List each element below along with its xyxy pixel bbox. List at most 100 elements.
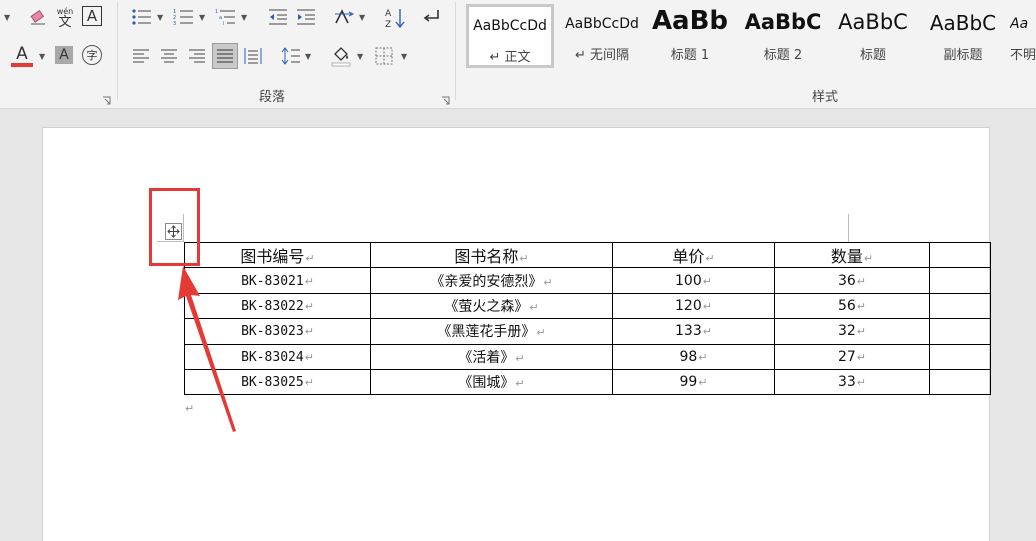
table-row[interactable]: BK-83023↵ 《黑莲花手册》↵ 133↵ 32↵: [184, 318, 991, 345]
phonetic-bottom: 文: [58, 15, 72, 30]
style-preview: Aa: [1010, 16, 1029, 32]
svg-text:a: a: [219, 15, 222, 21]
table-cell[interactable]: BK-83023↵: [184, 318, 371, 345]
style-no-spacing[interactable]: AaBbCcDd ↵ 无间隔: [558, 4, 646, 68]
table-cell[interactable]: 《亲爱的安德烈》↵: [370, 267, 613, 294]
align-left-icon[interactable]: [130, 45, 152, 67]
table-cell[interactable]: 120↵: [612, 292, 775, 320]
table-cell[interactable]: [929, 292, 991, 320]
chinese-layout-icon[interactable]: [332, 6, 356, 28]
cell-end-mark: ↵: [698, 350, 708, 364]
table-cell[interactable]: 98↵: [612, 343, 775, 370]
cell-text: 100: [675, 272, 702, 289]
cell-end-mark: ↵: [698, 376, 708, 390]
font-dialog-launcher-icon[interactable]: [102, 90, 111, 105]
table-row[interactable]: BK-83021↵ 《亲爱的安德烈》↵ 100↵ 36↵: [184, 267, 991, 294]
table-cell[interactable]: [929, 267, 991, 294]
table-cell[interactable]: 单价↵: [612, 241, 775, 269]
enclose-characters-icon[interactable]: 字: [82, 45, 102, 65]
cell-text: 《黑莲花手册》: [437, 324, 536, 341]
cell-end-mark: ↵: [856, 325, 867, 339]
font-color-caret-icon[interactable]: ▼: [39, 52, 45, 61]
table-cell[interactable]: 56↵: [774, 292, 930, 320]
numbering-icon[interactable]: 123: [172, 6, 196, 28]
table-cell[interactable]: 33↵: [774, 368, 930, 396]
multilevel-list-icon[interactable]: 1ai: [214, 6, 238, 28]
cell-text: 32: [837, 323, 856, 340]
table-cell[interactable]: BK-83022↵: [184, 292, 371, 320]
table-header-row[interactable]: 图书编号↵ 图书名称↵ 单价↵ 数量↵: [184, 241, 991, 269]
numbering-caret-icon[interactable]: ▼: [199, 13, 205, 22]
table-cell[interactable]: 32↵: [774, 318, 930, 345]
font-color-letter: A: [16, 43, 28, 64]
table-cell[interactable]: 99↵: [612, 368, 775, 396]
justify-icon[interactable]: [212, 43, 238, 69]
table-row[interactable]: BK-83025↵ 《围城》↵ 99↵ 33↵: [184, 368, 991, 396]
show-marks-icon[interactable]: [419, 6, 443, 28]
align-right-icon[interactable]: [186, 45, 208, 67]
shading-caret-icon[interactable]: ▼: [357, 52, 363, 61]
borders-caret-icon[interactable]: ▼: [401, 52, 407, 61]
multilevel-caret-icon[interactable]: ▼: [241, 13, 247, 22]
table-cell[interactable]: [929, 343, 991, 370]
table-cell[interactable]: BK-83021↵: [184, 267, 371, 294]
sort-icon[interactable]: AZ: [383, 6, 407, 30]
style-title[interactable]: AaBbC 标题: [832, 4, 914, 68]
decrease-indent-icon[interactable]: [266, 6, 290, 28]
table-cell[interactable]: [929, 318, 991, 345]
font-color-icon[interactable]: A: [10, 44, 34, 68]
font-size-caret-icon[interactable]: ▼: [4, 13, 10, 22]
table-cell[interactable]: 133↵: [612, 318, 775, 345]
cell-end-mark: ↵: [536, 326, 546, 340]
phonetic-guide-icon[interactable]: wén 文: [54, 4, 76, 30]
paragraph-end-mark: ↵: [185, 402, 195, 415]
character-shading-icon[interactable]: A: [55, 46, 73, 64]
paragraph-dialog-launcher-icon[interactable]: [441, 90, 450, 105]
style-heading-2[interactable]: AaBbC 标题 2: [742, 4, 824, 68]
style-name: ↵ 无间隔: [574, 48, 630, 63]
table-cell[interactable]: 100↵: [612, 267, 775, 294]
table-cell[interactable]: 《黑莲花手册》↵: [370, 318, 613, 345]
cell-end-mark: ↵: [304, 274, 314, 288]
table-row[interactable]: BK-83022↵ 《萤火之森》↵ 120↵ 56↵: [184, 292, 991, 320]
table-cell[interactable]: BK-83024↵: [184, 343, 371, 370]
font-color-bar: [11, 62, 33, 67]
style-normal[interactable]: AaBbCcDd ↵ 正文: [466, 4, 554, 68]
line-spacing-caret-icon[interactable]: ▼: [305, 52, 311, 61]
borders-icon[interactable]: [373, 45, 395, 67]
group-separator: [455, 2, 456, 100]
align-center-icon[interactable]: [158, 45, 180, 67]
cell-text: BK-83025: [241, 375, 304, 391]
table-cell[interactable]: 数量↵: [774, 241, 930, 269]
distributed-icon[interactable]: [242, 45, 264, 67]
increase-indent-icon[interactable]: [294, 6, 318, 28]
line-spacing-icon[interactable]: [280, 45, 302, 67]
table-cell[interactable]: 图书编号↵: [184, 241, 371, 269]
book-table[interactable]: 图书编号↵ 图书名称↵ 单价↵ 数量↵ BK-83021↵ 《亲爱的安德烈》↵ 100↵ 36…: [184, 241, 991, 396]
table-row[interactable]: BK-83024↵ 《活着》↵ 98↵ 27↵: [184, 343, 991, 370]
character-border-icon[interactable]: A: [82, 6, 102, 26]
cell-text: BK-83024: [241, 349, 304, 365]
style-subtle-emphasis[interactable]: Aa 不明: [1010, 4, 1036, 68]
table-cell[interactable]: [929, 368, 991, 396]
chinese-layout-caret-icon[interactable]: ▼: [359, 13, 365, 22]
shading-icon[interactable]: [330, 44, 352, 68]
group-separator: [117, 2, 118, 100]
cell-text: 98: [679, 348, 698, 365]
eraser-icon[interactable]: [27, 6, 49, 28]
bullets-caret-icon[interactable]: ▼: [157, 13, 163, 22]
style-preview: AaBb: [651, 6, 729, 36]
style-heading-1[interactable]: AaBb 标题 1: [650, 4, 730, 68]
table-cell[interactable]: 图书名称↵: [370, 241, 613, 269]
table-cell[interactable]: 《围城》↵: [370, 368, 613, 396]
cell-end-mark: ↵: [304, 299, 314, 313]
table-cell[interactable]: 36↵: [774, 267, 930, 294]
table-cell[interactable]: 27↵: [774, 343, 930, 370]
table-cell[interactable]: BK-83025↵: [184, 368, 371, 396]
svg-text:3: 3: [173, 21, 176, 26]
bullets-icon[interactable]: [130, 6, 154, 28]
table-cell[interactable]: 《活着》↵: [370, 343, 613, 370]
table-cell[interactable]: [929, 241, 991, 269]
table-cell[interactable]: 《萤火之森》↵: [370, 292, 613, 320]
style-subtitle[interactable]: AaBbC 副标题: [922, 4, 1004, 68]
